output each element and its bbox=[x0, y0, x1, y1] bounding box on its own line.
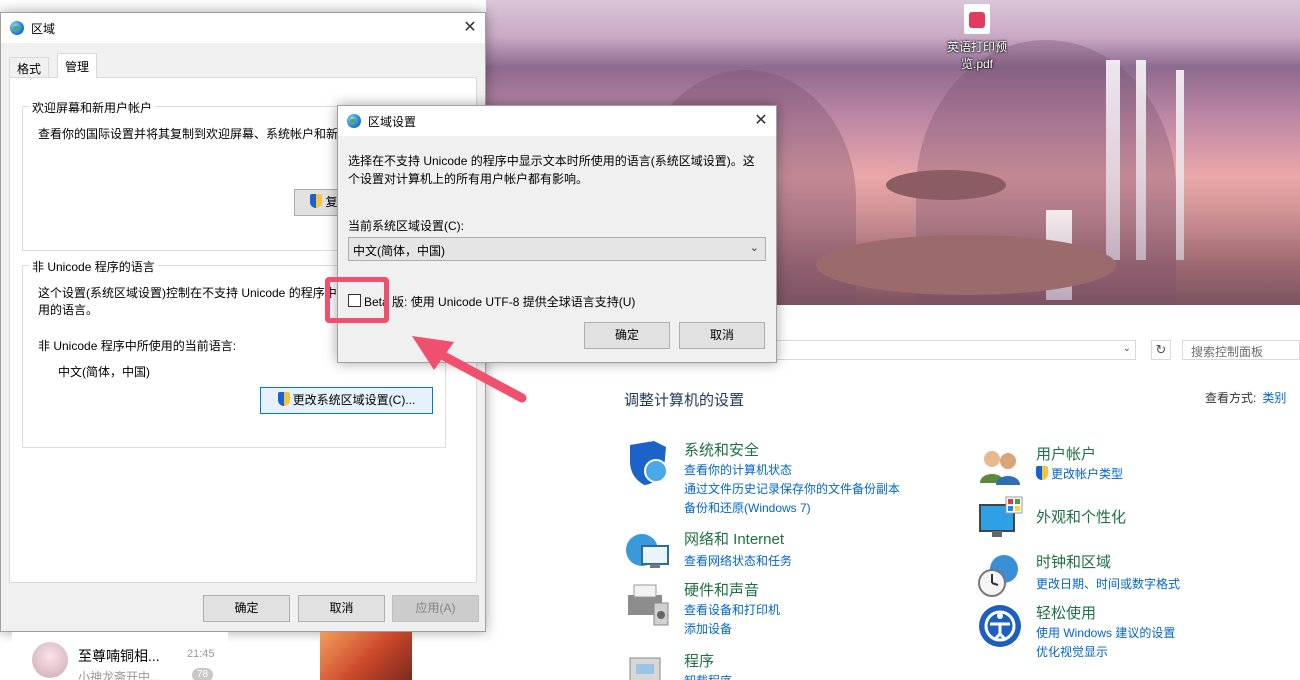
category-link[interactable]: 更改帐户类型 bbox=[1036, 465, 1123, 482]
globe-icon bbox=[347, 114, 361, 128]
category-heading[interactable]: 网络和 Internet bbox=[684, 528, 784, 549]
category-heading[interactable]: 时钟和区域 bbox=[1036, 551, 1111, 572]
monitor-palette-icon bbox=[979, 496, 1023, 537]
uac-shield-icon bbox=[310, 194, 323, 208]
group-legend: 非 Unicode 程序的语言 bbox=[29, 258, 158, 275]
dialog-description: 选择在不支持 Unicode 的程序中显示文本时所使用的语言(系统区域设置)。这 bbox=[348, 154, 755, 168]
uac-shield-icon bbox=[277, 392, 290, 406]
printer-icon bbox=[628, 584, 669, 626]
address-bar[interactable]: ⌄ bbox=[774, 340, 1136, 360]
desktop-file-icon[interactable]: 英语打印预览.pdf bbox=[935, 0, 1019, 72]
network-globe-icon bbox=[626, 534, 669, 568]
category-user-accounts: 用户帐户 更改帐户类型 bbox=[976, 443, 1300, 487]
desktop-icon-label: 英语打印预览.pdf bbox=[946, 40, 1007, 71]
beta-utf8-label[interactable]: Beta 版: 使用 Unicode UTF-8 提供全球语言支持(U) bbox=[364, 293, 635, 310]
dialog-title: 区域设置 bbox=[368, 115, 417, 129]
apply-button[interactable]: 应用(A) bbox=[392, 595, 479, 622]
category-hardware-sound: 硬件和声音 查看设备和打印机 添加设备 bbox=[624, 579, 964, 639]
thumbnail-image bbox=[320, 632, 412, 680]
globe-icon bbox=[10, 21, 24, 35]
close-icon[interactable]: ✕ bbox=[455, 13, 485, 43]
category-system-security: 系统和安全 查看你的计算机状态 通过文件历史记录保存你的文件备份副本 备份和还原… bbox=[624, 439, 964, 519]
system-locale-select[interactable]: 中文(简体，中国) ⌄ bbox=[348, 237, 766, 261]
close-icon[interactable]: ✕ bbox=[746, 106, 776, 136]
clock-globe-icon bbox=[978, 555, 1018, 597]
chevron-down-icon: ⌄ bbox=[749, 242, 759, 254]
category-heading[interactable]: 轻松使用 bbox=[1036, 602, 1096, 623]
chat-preview: 小神龙斋开中... bbox=[78, 670, 161, 680]
welcome-description: 查看你的国际设置并将其复制到欢迎屏幕、系统帐户和新 bbox=[38, 127, 339, 141]
wallpaper-waterfall bbox=[1106, 60, 1120, 260]
view-by-dropdown[interactable]: 类别 bbox=[1262, 391, 1286, 405]
category-heading[interactable]: 外观和个性化 bbox=[1036, 506, 1126, 527]
view-by: 查看方式: 类别 bbox=[1205, 389, 1286, 406]
avatar bbox=[32, 642, 68, 678]
ease-of-access-icon bbox=[979, 605, 1021, 647]
pdf-file-icon bbox=[964, 4, 990, 34]
category-heading[interactable]: 系统和安全 bbox=[684, 439, 759, 460]
non-unicode-description: 这个设置(系统区域设置)控制在不支持 Unicode 的程序中 bbox=[38, 286, 337, 300]
category-programs: 程序 卸载程序 bbox=[624, 650, 964, 680]
wallpaper-waterfall bbox=[1136, 60, 1146, 260]
chat-time: 21:45 bbox=[187, 648, 215, 660]
dialog-description: 个设置对计算机上的所有用户帐户都有影响。 bbox=[348, 172, 589, 186]
tab-administrative[interactable]: 管理 bbox=[57, 53, 98, 78]
chat-name: 至尊喃铜相... bbox=[78, 648, 160, 664]
category-appearance: 外观和个性化 bbox=[976, 495, 1300, 543]
cancel-button[interactable]: 取消 bbox=[679, 322, 765, 349]
view-by-label: 查看方式: bbox=[1205, 391, 1257, 405]
wallpaper-island bbox=[816, 235, 1116, 295]
chat-list-item[interactable]: 至尊喃铜相... 21:45 小神龙斋开中... 78 bbox=[12, 632, 228, 680]
chevron-down-icon[interactable]: ⌄ bbox=[1123, 343, 1131, 354]
category-clock-region: 时钟和区域 更改日期、时间或数字格式 bbox=[976, 551, 1300, 599]
category-link[interactable]: 查看你的计算机状态 bbox=[684, 461, 792, 478]
highlight-box bbox=[325, 277, 389, 323]
users-icon bbox=[980, 451, 1020, 485]
category-heading[interactable]: 硬件和声音 bbox=[684, 579, 759, 600]
non-unicode-description: 用的语言。 bbox=[38, 303, 99, 317]
category-ease-of-access: 轻松使用 使用 Windows 建议的设置 优化视觉显示 bbox=[976, 602, 1300, 662]
category-link[interactable]: 备份和还原(Windows 7) bbox=[684, 499, 811, 516]
region-settings-dialog: 区域设置 ✕ 选择在不支持 Unicode 的程序中显示文本时所使用的语言(系统… bbox=[337, 105, 777, 363]
wallpaper-waterfall bbox=[1176, 70, 1184, 260]
system-locale-value: 中文(简体，中国) bbox=[353, 244, 445, 258]
cancel-button[interactable]: 取消 bbox=[298, 595, 385, 622]
category-link[interactable]: 查看网络状态和任务 bbox=[684, 552, 792, 569]
title-bar[interactable]: 区域设置 ✕ bbox=[338, 106, 776, 136]
refresh-icon[interactable]: ↻ bbox=[1151, 340, 1171, 360]
shield-icon bbox=[630, 441, 668, 485]
category-link[interactable]: 卸载程序 bbox=[684, 672, 732, 680]
category-link[interactable]: 通过文件历史记录保存你的文件备份副本 bbox=[684, 480, 900, 497]
current-locale-label: 当前系统区域设置(C): bbox=[348, 219, 464, 233]
unread-badge: 78 bbox=[192, 668, 214, 680]
category-link[interactable]: 更改日期、时间或数字格式 bbox=[1036, 575, 1180, 592]
window-title: 区域 bbox=[31, 22, 56, 36]
category-link[interactable]: 优化视觉显示 bbox=[1036, 643, 1108, 660]
category-network: 网络和 Internet 查看网络状态和任务 bbox=[624, 528, 964, 576]
group-legend: 欢迎屏幕和新用户帐户 bbox=[29, 99, 156, 116]
ok-button[interactable]: 确定 bbox=[584, 322, 670, 349]
title-bar[interactable]: 区域 ✕ bbox=[1, 13, 485, 43]
tab-format[interactable]: 格式 bbox=[9, 57, 50, 77]
category-link[interactable]: 查看设备和打印机 bbox=[684, 601, 780, 618]
category-link[interactable]: 使用 Windows 建议的设置 bbox=[1036, 624, 1175, 641]
current-language-value: 中文(简体，中国) bbox=[58, 365, 150, 379]
current-language-label: 非 Unicode 程序中所使用的当前语言: bbox=[38, 339, 237, 353]
category-link[interactable]: 添加设备 bbox=[684, 620, 732, 637]
programs-icon bbox=[629, 657, 661, 680]
page-title: 调整计算机的设置 bbox=[624, 392, 745, 409]
category-heading[interactable]: 用户帐户 bbox=[1036, 443, 1096, 464]
wallpaper-island bbox=[886, 170, 1006, 200]
uac-shield-icon bbox=[1036, 466, 1048, 480]
annotation-arrow-icon bbox=[412, 336, 527, 403]
search-input[interactable]: 搜索控制面板 bbox=[1182, 340, 1300, 360]
category-heading[interactable]: 程序 bbox=[684, 650, 714, 671]
ok-button[interactable]: 确定 bbox=[203, 595, 290, 622]
